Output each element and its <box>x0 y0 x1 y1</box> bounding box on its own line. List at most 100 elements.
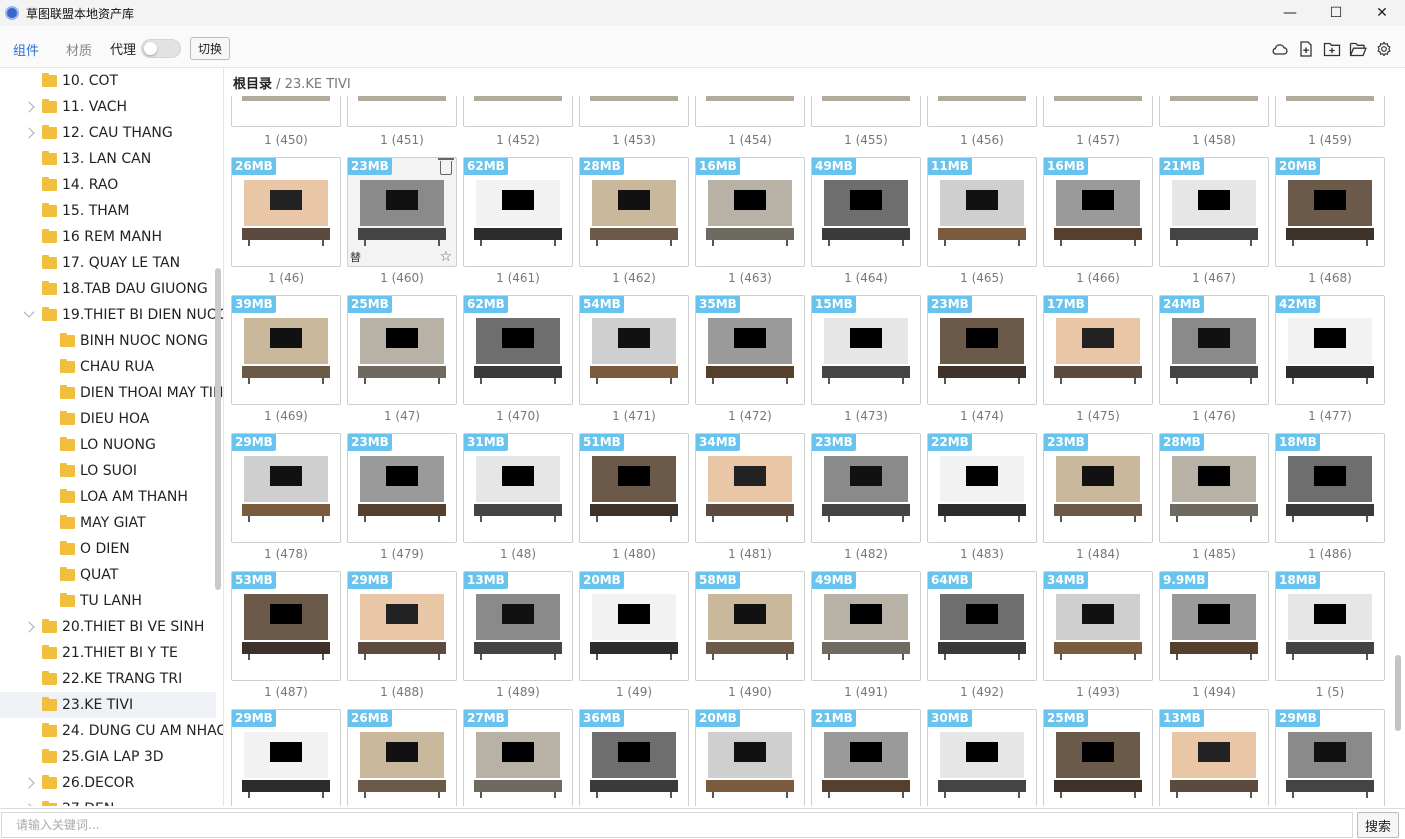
asset-card[interactable]: 35MB <box>695 295 805 405</box>
asset-card[interactable]: 49MB <box>811 157 921 267</box>
asset-card[interactable]: 18MB <box>1275 433 1385 543</box>
tree-item[interactable]: DIEU HOA <box>0 406 216 432</box>
asset-card[interactable]: 26MB <box>231 157 341 267</box>
asset-card[interactable]: 23MB <box>347 433 457 543</box>
asset-card[interactable]: 51MB <box>579 433 689 543</box>
new-folder-icon[interactable] <box>1323 41 1341 57</box>
asset-card[interactable]: 21MB <box>811 709 921 806</box>
asset-card[interactable] <box>231 96 341 127</box>
asset-card[interactable]: 34MB <box>695 433 805 543</box>
tree-item[interactable]: MAY GIAT <box>0 510 216 536</box>
grid-scrollbar[interactable] <box>1395 655 1401 731</box>
tree-item[interactable]: 12. CAU THANG <box>0 120 216 146</box>
tree-item[interactable]: LO SUOI <box>0 458 216 484</box>
cloud-icon[interactable] <box>1271 41 1289 57</box>
new-file-icon[interactable] <box>1297 41 1315 57</box>
asset-card[interactable]: 9.9MB <box>1159 571 1269 681</box>
asset-card[interactable]: 28MB <box>1159 433 1269 543</box>
tree-item[interactable]: 11. VACH <box>0 94 216 120</box>
search-input[interactable] <box>1 812 1353 838</box>
asset-card[interactable]: 29MB <box>231 433 341 543</box>
chevron-right-icon[interactable] <box>23 127 35 139</box>
asset-card[interactable]: 42MB <box>1275 295 1385 405</box>
asset-card[interactable]: 15MB <box>811 295 921 405</box>
trash-icon[interactable] <box>438 158 454 175</box>
asset-card[interactable]: 20MB <box>579 571 689 681</box>
asset-card[interactable]: 25MB <box>1043 709 1153 806</box>
tree-item[interactable]: 21.THIET BI Y TE <box>0 640 216 666</box>
asset-card[interactable] <box>1159 96 1269 127</box>
asset-card[interactable]: 23MB <box>927 295 1037 405</box>
tree-item[interactable]: 18.TAB DAU GIUONG <box>0 276 216 302</box>
asset-card[interactable]: 31MB <box>463 433 573 543</box>
chevron-down-icon[interactable] <box>23 306 35 318</box>
tree-item[interactable]: 26.DECOR <box>0 770 216 796</box>
asset-card[interactable]: 28MB <box>579 157 689 267</box>
tree-item[interactable]: 25.GIA LAP 3D <box>0 744 216 770</box>
asset-card[interactable]: 21MB <box>1159 157 1269 267</box>
asset-card[interactable]: 13MB <box>1159 709 1269 806</box>
tree-item[interactable]: 20.THIET BI VE SINH <box>0 614 216 640</box>
asset-card[interactable] <box>1043 96 1153 127</box>
asset-card[interactable]: 27MB <box>463 709 573 806</box>
asset-card[interactable]: 23MB <box>1043 433 1153 543</box>
gear-icon[interactable] <box>1375 41 1393 57</box>
asset-card[interactable]: 13MB <box>463 571 573 681</box>
asset-card[interactable] <box>347 96 457 127</box>
tree-item[interactable]: BINH NUOC NONG <box>0 328 216 354</box>
chevron-right-icon[interactable] <box>23 101 35 113</box>
asset-card[interactable]: 25MB <box>347 295 457 405</box>
chevron-right-icon[interactable] <box>23 803 35 806</box>
asset-card[interactable]: 11MB <box>927 157 1037 267</box>
tab-materials[interactable]: 材质 <box>66 40 92 59</box>
sidebar-scrollbar[interactable] <box>215 268 221 590</box>
tree-item[interactable]: LOA AM THANH <box>0 484 216 510</box>
asset-card[interactable]: 23MB <box>811 433 921 543</box>
asset-card[interactable]: 39MB <box>231 295 341 405</box>
asset-card[interactable]: 34MB <box>1043 571 1153 681</box>
breadcrumb-root[interactable]: 根目录 <box>233 77 272 92</box>
tree-item[interactable]: CHAU RUA <box>0 354 216 380</box>
asset-card[interactable] <box>463 96 573 127</box>
asset-card[interactable]: 20MB <box>695 709 805 806</box>
asset-card[interactable]: 20MB <box>1275 157 1385 267</box>
tree-item[interactable]: 23.KE TIVI <box>0 692 216 718</box>
tree-item[interactable]: 15. THAM <box>0 198 216 224</box>
tree-item[interactable]: 22.KE TRANG TRI <box>0 666 216 692</box>
tree-item[interactable]: O DIEN <box>0 536 216 562</box>
asset-card[interactable]: 22MB <box>927 433 1037 543</box>
asset-card[interactable] <box>927 96 1037 127</box>
proxy-toggle[interactable] <box>141 39 181 58</box>
asset-card[interactable]: 29MB <box>231 709 341 806</box>
tree-item[interactable]: 14. RAO <box>0 172 216 198</box>
tree-item[interactable]: 13. LAN CAN <box>0 146 216 172</box>
tree-item[interactable]: 24. DUNG CU AM NHAC <box>0 718 223 744</box>
tree-item[interactable]: 27.DEN <box>0 796 216 806</box>
asset-card[interactable]: 30MB <box>927 709 1037 806</box>
chevron-right-icon[interactable] <box>23 621 35 633</box>
replace-label[interactable]: 替 <box>350 252 361 264</box>
asset-card[interactable] <box>811 96 921 127</box>
tree-item[interactable]: DIEN THOAI MAY TINH <box>0 380 223 406</box>
tree-item[interactable]: 16 REM MANH <box>0 224 216 250</box>
tree-item[interactable]: 19.THIET BI DIEN NUOC <box>0 302 223 328</box>
asset-card[interactable]: 62MB <box>463 157 573 267</box>
asset-card[interactable]: 64MB <box>927 571 1037 681</box>
asset-card[interactable]: 49MB <box>811 571 921 681</box>
switch-button[interactable]: 切换 <box>190 37 230 60</box>
asset-card[interactable]: 18MB <box>1275 571 1385 681</box>
asset-card[interactable]: 36MB <box>579 709 689 806</box>
tree-item[interactable]: QUAT <box>0 562 216 588</box>
maximize-button[interactable]: ☐ <box>1313 0 1359 26</box>
asset-card[interactable]: 26MB <box>347 709 457 806</box>
tree-item[interactable]: 17. QUAY LE TAN <box>0 250 216 276</box>
asset-card[interactable]: 29MB <box>347 571 457 681</box>
asset-card[interactable]: 54MB <box>579 295 689 405</box>
asset-card[interactable]: 29MB <box>1275 709 1385 806</box>
asset-card[interactable]: 17MB <box>1043 295 1153 405</box>
open-folder-icon[interactable] <box>1349 41 1367 57</box>
star-icon[interactable]: ☆ <box>439 250 452 264</box>
asset-card[interactable]: 58MB <box>695 571 805 681</box>
search-button[interactable]: 搜索 <box>1357 812 1399 838</box>
tree-item[interactable]: LO NUONG <box>0 432 216 458</box>
